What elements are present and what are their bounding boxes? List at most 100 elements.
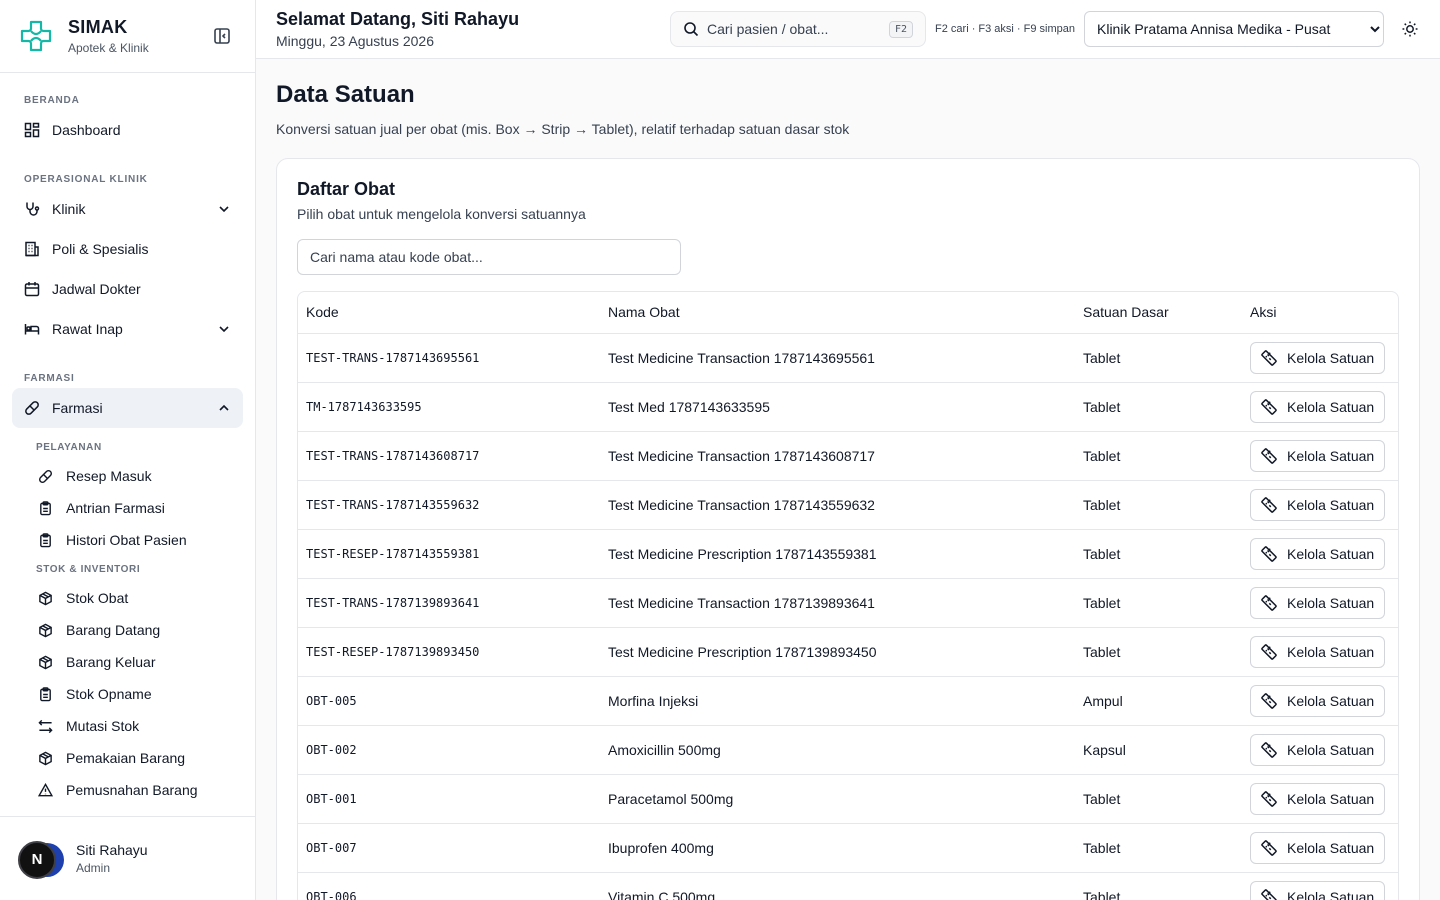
cell-satuan: Tablet [1075,431,1242,481]
kelola-satuan-button[interactable]: Kelola Satuan [1250,733,1386,766]
cell-nama: Test Medicine Prescription 1787143559381 [600,529,1075,579]
package-icon [39,751,52,765]
button-label: Kelola Satuan [1287,643,1375,660]
avatar: N [18,839,66,879]
medicine-table: Kode Nama Obat Satuan Dasar Aksi TEST-TR… [297,291,1399,900]
cell-kode: TEST-TRANS-1787143608717 [298,431,600,481]
kelola-satuan-button[interactable]: Kelola Satuan [1250,831,1386,864]
cell-aksi: Kelola Satuan [1242,725,1398,775]
table-row: TEST-RESEP-1787143559381 Test Medicine Pr… [298,529,1398,579]
cell-aksi: Kelola Satuan [1242,529,1398,579]
ruler-icon [1261,349,1277,366]
clinic-select[interactable]: Klinik Pratama Annisa Medika - Pusat [1084,11,1384,47]
sidebar-item-stok-opname[interactable]: Stok Opname [12,678,243,710]
sidebar-item-label: Mutasi Stok [66,718,140,734]
cell-nama: Paracetamol 500mg [600,774,1075,824]
subsection-pelayanan: PELAYANAN [36,441,102,453]
cell-aksi: Kelola Satuan [1242,578,1398,628]
global-search-input[interactable]: Cari pasien / obat... F2 [670,11,927,47]
sidebar-item-resep-masuk[interactable]: Resep Masuk [12,460,243,492]
cell-nama: Vitamin C 500mg [600,872,1075,900]
medicine-search-input[interactable] [297,239,681,275]
cell-kode: TEST-TRANS-1787143559632 [298,480,600,530]
sidebar-item-stok-obat[interactable]: Stok Obat [12,582,243,614]
kelola-satuan-button[interactable]: Kelola Satuan [1250,537,1386,570]
cell-nama: Test Med 1787143633595 [600,382,1075,432]
sidebar-item-klinik[interactable]: Klinik [12,189,243,229]
cell-kode: OBT-006 [298,872,600,900]
user-profile[interactable]: N Siti Rahayu Admin [0,816,255,900]
sidebar-item-label: Stok Obat [66,590,129,606]
sidebar-item-label: Pemusnahan Barang [66,782,198,798]
pill-icon [25,401,39,415]
card-description: Pilih obat untuk mengelola konversi satu… [297,206,586,222]
kelola-satuan-button[interactable]: Kelola Satuan [1250,880,1386,900]
ruler-icon [1261,545,1277,562]
cell-kode: OBT-007 [298,823,600,873]
bed-icon [24,324,40,335]
table-row: TEST-RESEP-1787139893450 Test Medicine Pr… [298,627,1398,677]
warning-icon [38,782,53,796]
ruler-icon [1261,594,1277,611]
sidebar-item-histori-obat[interactable]: Histori Obat Pasien [12,524,243,556]
table-row: TM-1787143633595 Test Med 1787143633595 Ta… [298,382,1398,432]
kelola-satuan-button[interactable]: Kelola Satuan [1250,390,1386,423]
chevron-up-icon [219,404,229,411]
sidebar-item-antrian-farmasi[interactable]: Antrian Farmasi [12,492,243,524]
sidebar-item-pemakaian-barang[interactable]: Pemakaian Barang [12,742,243,774]
table-body: TEST-TRANS-1787143695561 Test Medicine Tr… [298,333,1398,900]
sidebar-item-label: Klinik [52,201,86,217]
sidebar-collapse-icon[interactable] [213,27,231,45]
cell-satuan: Tablet [1075,529,1242,579]
sidebar-item-farmasi[interactable]: Farmasi [12,388,243,428]
section-operasional: OPERASIONAL KLINIK [24,174,148,185]
sidebar-item-dashboard[interactable]: Dashboard [12,110,243,150]
table-header-row: Kode Nama Obat Satuan Dasar Aksi [298,292,1398,334]
sidebar-item-rawat-inap[interactable]: Rawat Inap [12,309,243,349]
kelola-satuan-button[interactable]: Kelola Satuan [1250,635,1386,668]
sidebar: SIMAK Apotek & Klinik BERANDA Dashboard … [0,0,256,900]
kelola-satuan-button[interactable]: Kelola Satuan [1250,684,1386,717]
cell-nama: Test Medicine Transaction 1787139893641 [600,578,1075,628]
sidebar-item-barang-keluar[interactable]: Barang Keluar [12,646,243,678]
sidebar-item-barang-datang[interactable]: Barang Datang [12,614,243,646]
button-label: Kelola Satuan [1287,545,1375,562]
button-label: Kelola Satuan [1287,790,1375,807]
sidebar-item-pemusnahan-barang[interactable]: Pemusnahan Barang [12,774,243,806]
cell-satuan: Tablet [1075,823,1242,873]
kelola-satuan-button[interactable]: Kelola Satuan [1250,439,1386,472]
package-icon [39,591,52,605]
cell-satuan: Tablet [1075,774,1242,824]
cell-nama: Amoxicillin 500mg [600,725,1075,775]
cell-aksi: Kelola Satuan [1242,431,1398,481]
cell-kode: OBT-005 [298,676,600,726]
logo-icon [20,20,52,52]
cell-aksi: Kelola Satuan [1242,676,1398,726]
sidebar-item-jadwal[interactable]: Jadwal Dokter [12,269,243,309]
sidebar-item-label: Antrian Farmasi [66,500,165,516]
sidebar-item-poli[interactable]: Poli & Spesialis [12,229,243,269]
avatar-initial: N [18,840,56,879]
ruler-icon [1261,839,1277,856]
sidebar-item-mutasi-stok[interactable]: Mutasi Stok [12,710,243,742]
cell-kode: TEST-TRANS-1787143695561 [298,333,600,383]
button-label: Kelola Satuan [1287,398,1375,415]
cell-nama: Test Medicine Transaction 1787143559632 [600,480,1075,530]
cell-aksi: Kelola Satuan [1242,823,1398,873]
cell-nama: Ibuprofen 400mg [600,823,1075,873]
cell-aksi: Kelola Satuan [1242,774,1398,824]
ruler-icon [1261,447,1277,464]
kelola-satuan-button[interactable]: Kelola Satuan [1250,586,1386,619]
table-row: OBT-005 Morfina Injeksi Ampul Kelola Satuan [298,676,1398,726]
sidebar-nav: BERANDA Dashboard OPERASIONAL KLINIK Kli… [0,73,255,816]
button-label: Kelola Satuan [1287,594,1375,611]
kelola-satuan-button[interactable]: Kelola Satuan [1250,488,1386,521]
building-icon [25,241,39,257]
sidebar-item-label: Stok Opname [66,686,152,702]
ruler-icon [1261,888,1277,900]
kelola-satuan-button[interactable]: Kelola Satuan [1250,341,1386,374]
column-header-satuan: Satuan Dasar [1075,292,1242,334]
kelola-satuan-button[interactable]: Kelola Satuan [1250,782,1386,815]
chevron-down-icon [219,206,229,213]
sun-icon[interactable] [1400,19,1420,39]
